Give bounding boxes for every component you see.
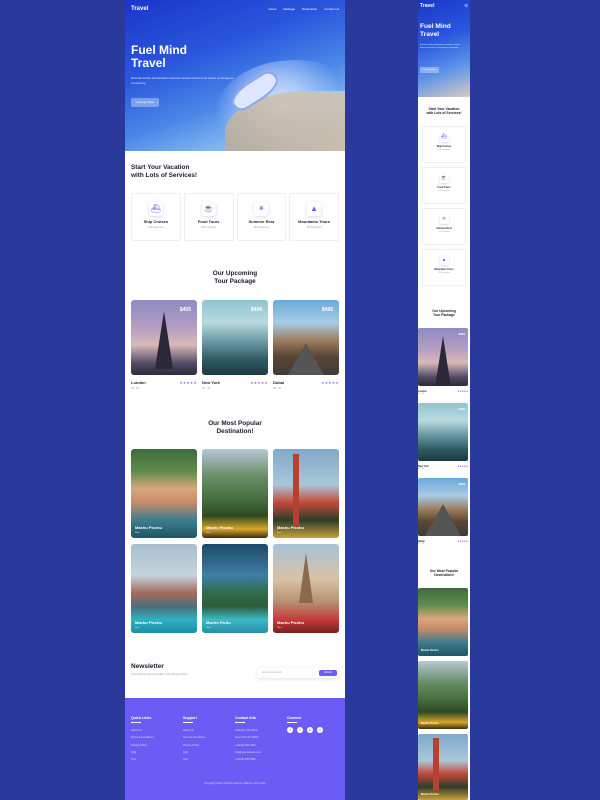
mobile-service-card[interactable]: ☀ Summer Rest 150 Properties bbox=[422, 208, 466, 245]
tour-card-image[interactable]: $499 bbox=[202, 300, 268, 375]
tour-price: $455 bbox=[179, 307, 191, 313]
mobile-destination-card[interactable]: Machu Picchu bbox=[418, 588, 468, 656]
footer: Quick Links About Us Terms & Conditions … bbox=[125, 698, 345, 800]
service-card[interactable]: ⛴ Ship Cruises 150 Properties bbox=[131, 193, 181, 241]
nav-link-home[interactable]: Home bbox=[268, 7, 276, 11]
footer-connect: Connect f t in ig bbox=[287, 716, 323, 733]
footer-link[interactable]: FAQ bbox=[183, 749, 206, 756]
submit-button[interactable]: Submit bbox=[319, 670, 337, 676]
newsletter-text: Subscribe for more free SEO and coding t… bbox=[131, 673, 188, 676]
mobile-service-card[interactable]: ⛴ Ship Cruises 150 Properties bbox=[422, 126, 466, 163]
newsletter-title: Newsletter bbox=[131, 663, 164, 670]
social-links: f t in ig bbox=[287, 727, 323, 733]
mountain-icon: ▲ bbox=[307, 202, 322, 216]
service-card[interactable]: ☕ Food Tours 150 Properties bbox=[183, 193, 234, 241]
mobile-tour-card[interactable]: $495 bbox=[418, 478, 468, 536]
mobile-tour-meta: London 3D - 3N ★★★★★ bbox=[418, 390, 468, 395]
mobile-service-card[interactable]: ☕ Food Tours 150 Properties bbox=[422, 167, 466, 204]
mobile-hero-cta-button[interactable]: Let's go Now bbox=[420, 67, 439, 73]
tour-price: $495 bbox=[321, 307, 333, 313]
rating-stars: ★★★★★ bbox=[457, 465, 468, 468]
services-list: ⛴ Ship Cruises 150 Properties ☕ Food Tou… bbox=[131, 193, 339, 241]
footer-contact: Contact Info Address: 130 Street New Yor… bbox=[235, 716, 261, 762]
destination-card[interactable]: Macho Pichu Peru bbox=[202, 544, 268, 633]
mobile-tour-card[interactable]: $455 bbox=[418, 328, 468, 386]
mobile-hero-title: Fuel Mind Travel bbox=[420, 23, 451, 38]
copyright: Copyright ©2024. All rights reserved. Ma… bbox=[203, 782, 267, 785]
twitter-icon[interactable]: t bbox=[297, 727, 303, 733]
destinations-title: Our Most Popular Destination! bbox=[208, 420, 262, 435]
footer-support: Support About Us Terms & Conditions Priv… bbox=[183, 716, 206, 763]
newsletter-form: Enter your Email Submit bbox=[257, 668, 339, 678]
hero-text: Extrudescently administrate customer ser… bbox=[131, 76, 235, 85]
ship-icon: ⛴ bbox=[148, 202, 163, 216]
tour-card-meta: Dubai 4D - 4N ★★★★★ bbox=[273, 380, 339, 390]
mobile-tour-meta: New York 4D - 3N ★★★★★ bbox=[418, 465, 468, 470]
footer-quick-links: Quick Links About Us Terms & Conditions … bbox=[131, 716, 154, 763]
footer-link[interactable]: About Us bbox=[131, 727, 154, 734]
hamburger-menu-icon[interactable]: ☰ bbox=[464, 3, 468, 8]
destination-card[interactable]: Machu Picchu Peru bbox=[131, 544, 197, 633]
rating-stars: ★★★★★ bbox=[457, 390, 468, 393]
ship-icon: ⛴ bbox=[440, 134, 448, 140]
mobile-destination-card[interactable]: Machu Picchu bbox=[418, 661, 468, 729]
footer-link[interactable]: Privacy Policy bbox=[183, 742, 206, 749]
mobile-destination-card[interactable]: Machu Picchu bbox=[418, 734, 468, 800]
mobile-tour-card[interactable]: $499 bbox=[418, 403, 468, 461]
services-title: Start Your Vacation with Lots of Service… bbox=[131, 164, 198, 179]
mobile-tour-meta: Dubai 4D - 4N ★★★★★ bbox=[418, 540, 468, 545]
hero-cta-button[interactable]: Let's go Now bbox=[131, 98, 159, 107]
mobile-destinations-title: Our Most Popular Destination! bbox=[429, 569, 459, 577]
sun-icon: ☀ bbox=[440, 215, 449, 224]
tour-card-meta: London 3D - 3N ★★★★★ bbox=[131, 380, 197, 390]
rating-stars: ★★★★★ bbox=[179, 381, 197, 385]
rating-stars: ★★★★★ bbox=[321, 381, 339, 385]
mobile-hero-text: Extrudescently administrate customer ser… bbox=[420, 44, 461, 49]
rating-stars: ★★★★★ bbox=[250, 381, 268, 385]
mobile-services-title: Start Your Vacation with Lots of Service… bbox=[426, 107, 462, 115]
tour-card-image[interactable]: $455 bbox=[131, 300, 197, 375]
destination-card[interactable]: Machu Picchu Peru bbox=[273, 544, 339, 633]
footer-link[interactable]: Terms & Conditions bbox=[131, 734, 154, 741]
nav-link-package[interactable]: Package bbox=[283, 7, 295, 11]
food-icon: ☕ bbox=[440, 175, 448, 181]
footer-link[interactable]: Tour bbox=[131, 756, 154, 763]
service-card[interactable]: ☀ Summer Rest 150 Properties bbox=[236, 193, 287, 241]
facebook-icon[interactable]: f bbox=[287, 727, 293, 733]
mobile-tours-title: Our Upcoming Tour Package bbox=[432, 309, 456, 317]
tour-card-image[interactable]: $495 bbox=[273, 300, 339, 375]
mountain-icon: ▲ bbox=[440, 256, 449, 265]
mobile-preview: Travel ☰ Fuel Mind Travel Extrudescently… bbox=[418, 0, 470, 800]
desktop-preview: Travel Home Package Destination Contact … bbox=[125, 0, 345, 800]
footer-link[interactable]: About Us bbox=[183, 727, 206, 734]
footer-link[interactable]: Privacy Policy bbox=[131, 742, 154, 749]
tours-title: Our Upcoming Tour Package bbox=[212, 270, 258, 285]
nav-menu: Home Package Destination Contact Us bbox=[268, 7, 339, 11]
destination-card[interactable]: Machu Picchu Peru bbox=[273, 449, 339, 538]
instagram-icon[interactable]: ig bbox=[317, 727, 323, 733]
mobile-hero: Travel ☰ Fuel Mind Travel Extrudescently… bbox=[418, 0, 470, 97]
tour-price: $499 bbox=[250, 307, 262, 313]
food-icon: ☕ bbox=[201, 202, 216, 216]
mobile-brand-logo[interactable]: Travel bbox=[420, 3, 434, 9]
hero-section: Travel Home Package Destination Contact … bbox=[125, 0, 345, 151]
destination-card[interactable]: Machu Picchu Peru bbox=[202, 449, 268, 538]
hero-title: Fuel Mind Travel bbox=[131, 43, 187, 70]
rating-stars: ★★★★★ bbox=[457, 540, 468, 543]
nav-link-contact[interactable]: Contact Us bbox=[324, 7, 339, 11]
footer-link[interactable]: Terms & Conditions bbox=[183, 734, 206, 741]
brand-logo[interactable]: Travel bbox=[131, 6, 148, 12]
footer-link[interactable]: Tour bbox=[183, 756, 206, 763]
service-card[interactable]: ▲ Mountains Tours 150 Properties bbox=[289, 193, 339, 241]
footer-link[interactable]: FAQ bbox=[131, 749, 154, 756]
destination-card[interactable]: Machu Picchu Peru bbox=[131, 449, 197, 538]
tour-card-meta: New York 4D - 3N ★★★★★ bbox=[202, 380, 268, 390]
navbar: Travel Home Package Destination Contact … bbox=[131, 4, 339, 14]
linkedin-icon[interactable]: in bbox=[307, 727, 313, 733]
mobile-service-card[interactable]: ▲ Mountains Tours 150 Properties bbox=[422, 249, 466, 286]
email-input[interactable]: Enter your Email bbox=[262, 671, 281, 674]
sun-icon: ☀ bbox=[254, 202, 269, 216]
nav-link-destination[interactable]: Destination bbox=[302, 7, 317, 11]
